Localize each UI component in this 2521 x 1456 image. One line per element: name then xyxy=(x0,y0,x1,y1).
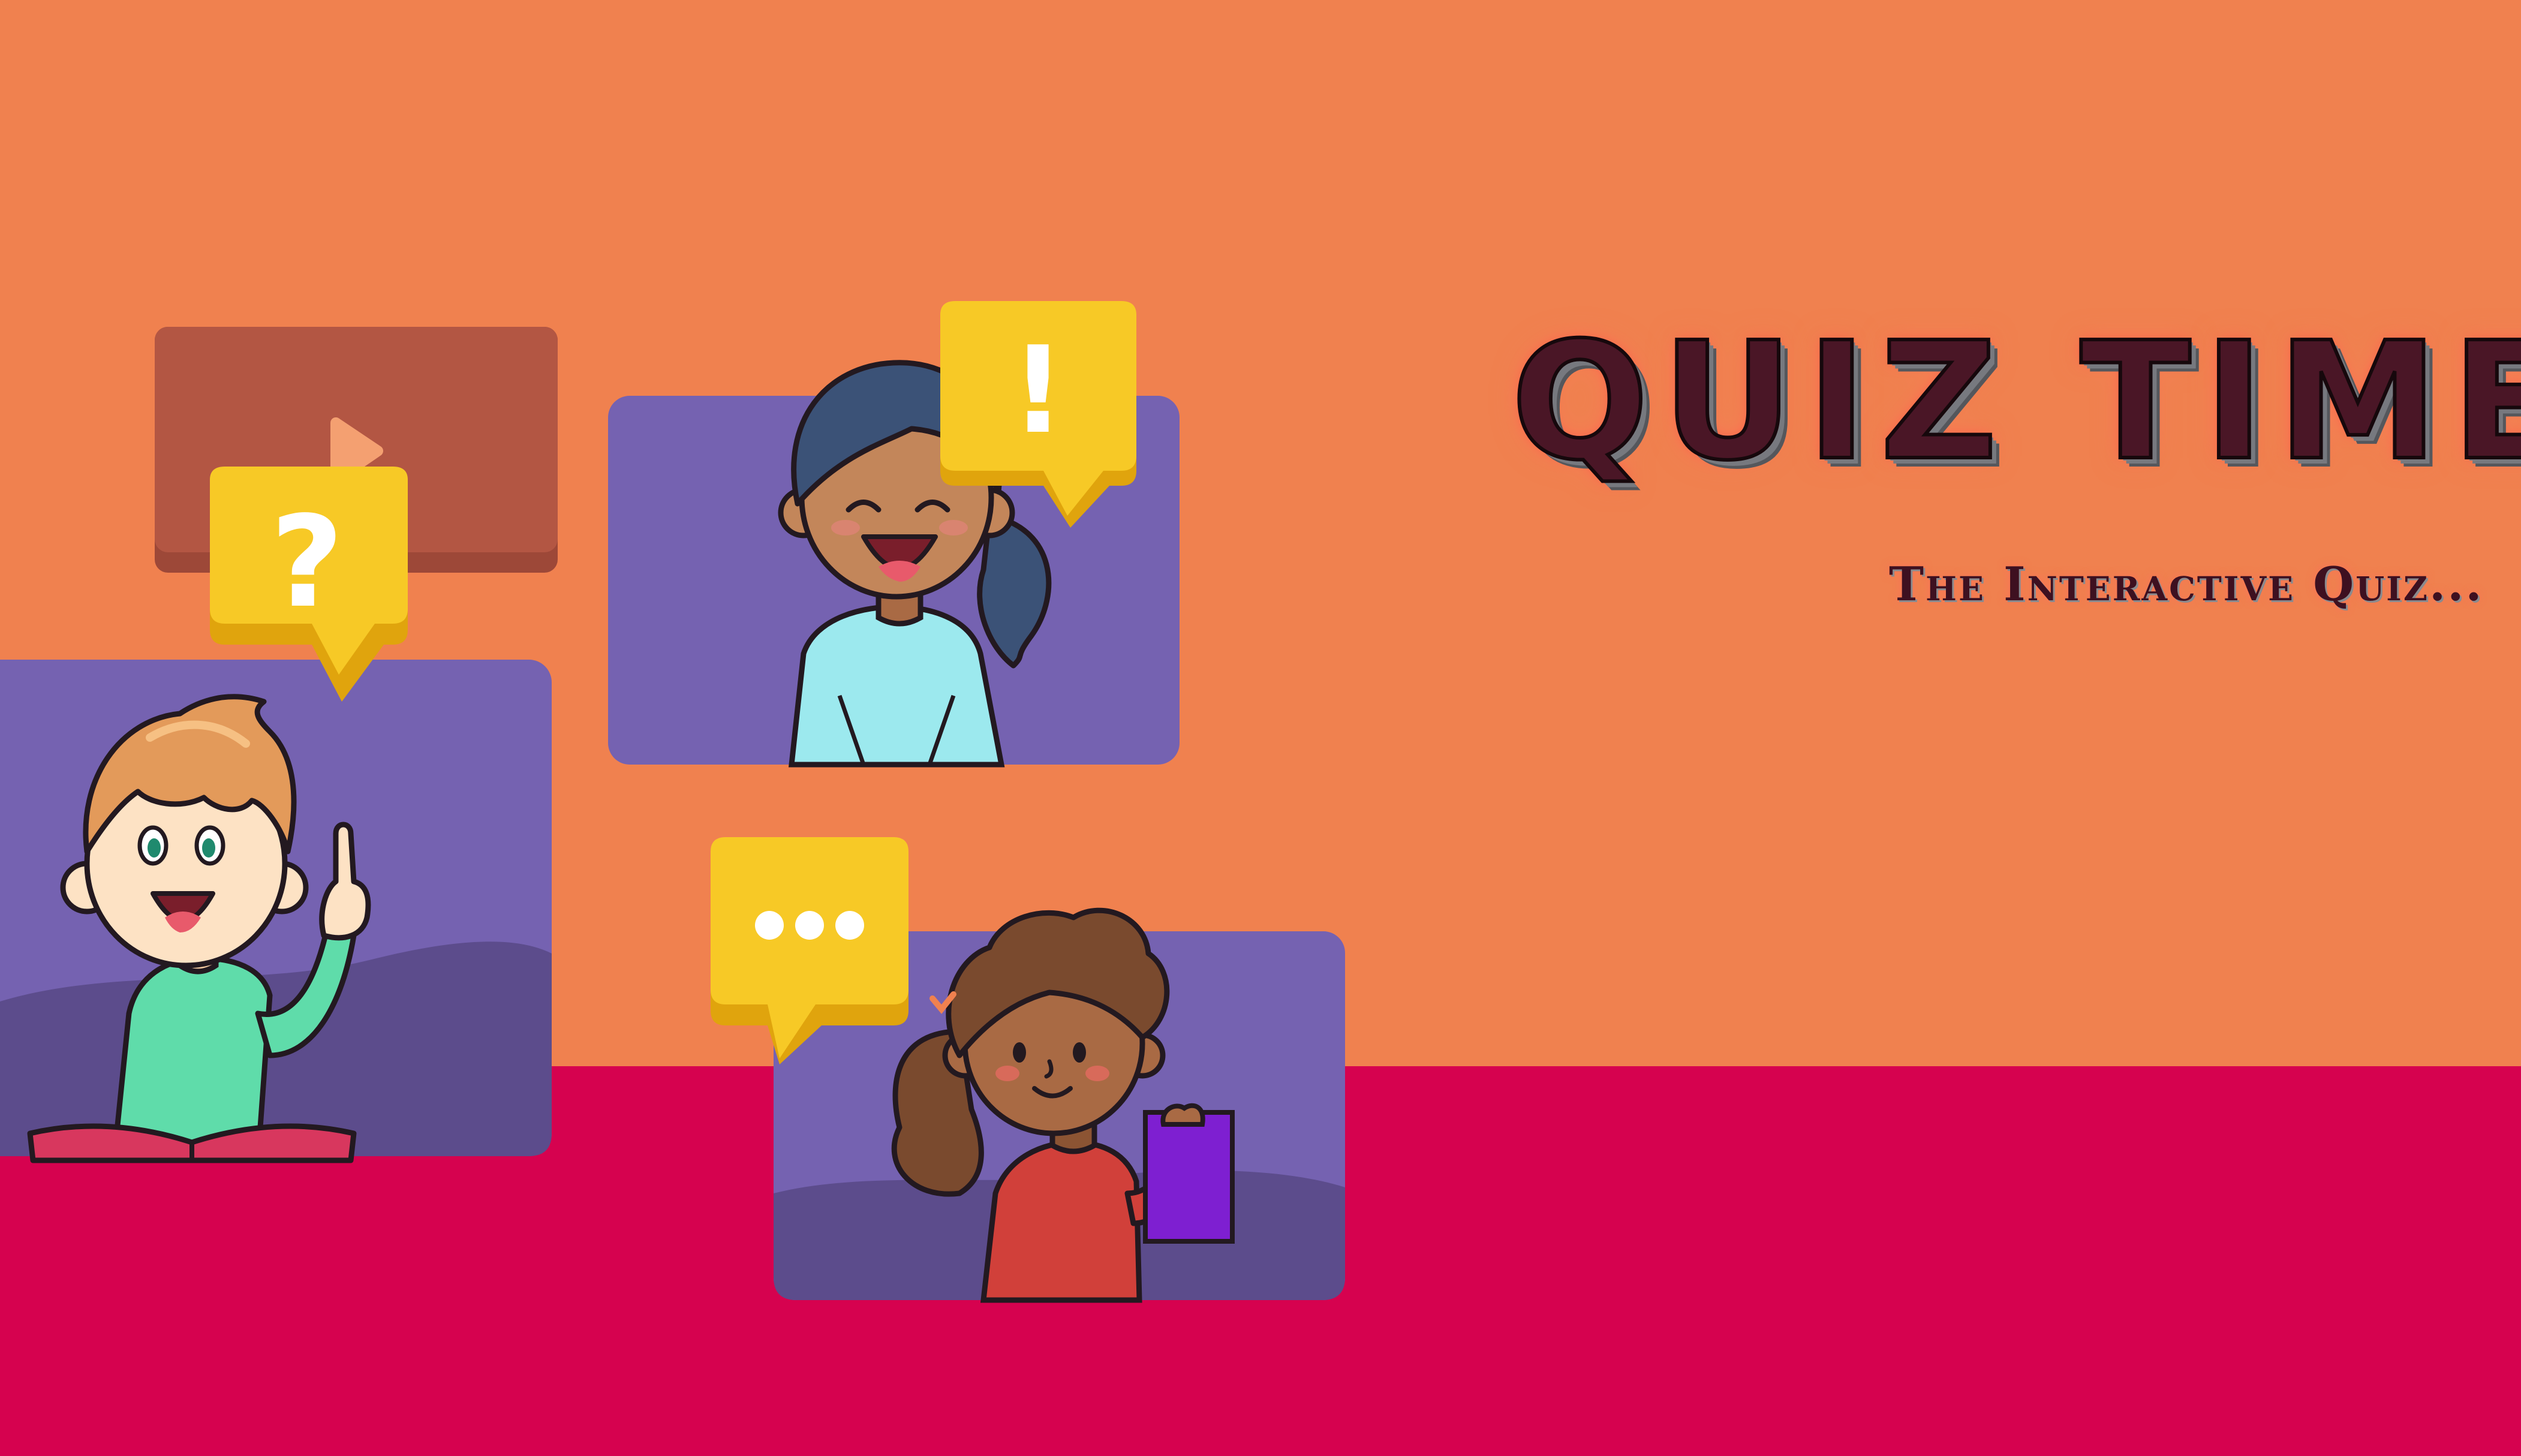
page-title: Quiz Time xyxy=(1509,307,2521,496)
quiz-banner: ? ! QUIZ TIME The Interactive Quiz... xyxy=(0,0,2521,1456)
exclamation-mark-icon: ! xyxy=(1010,321,1065,461)
card-boy xyxy=(0,660,552,1163)
illustration: ? ! xyxy=(0,301,1345,1303)
page-subtitle: The Interactive Quiz... xyxy=(1889,557,2484,612)
question-mark-icon: ? xyxy=(270,489,344,636)
ellipsis-icon xyxy=(755,911,864,940)
